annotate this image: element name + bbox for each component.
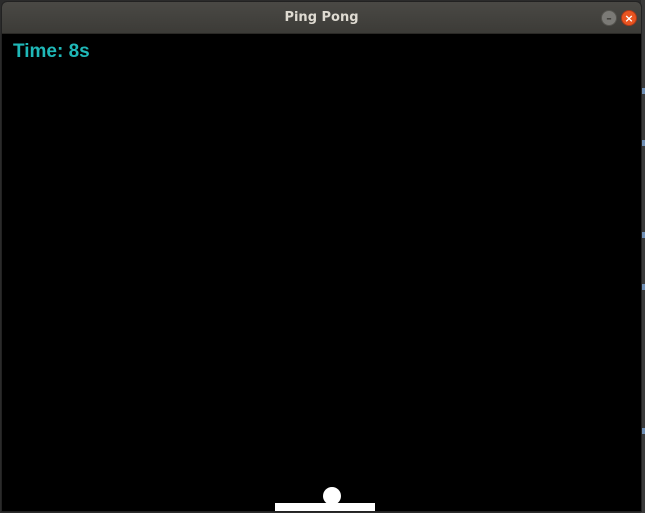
game-window: Ping Pong – × Time: 8s: [1, 1, 642, 512]
close-icon: ×: [624, 12, 634, 25]
close-button[interactable]: ×: [621, 10, 637, 26]
minimize-button[interactable]: –: [601, 10, 617, 26]
elapsed-time-label: Time: 8s: [13, 41, 90, 62]
window-title: Ping Pong: [284, 10, 359, 25]
window-titlebar[interactable]: Ping Pong – ×: [2, 2, 641, 34]
desktop: Ping Pong – × Time: 8s: [0, 0, 645, 513]
minimize-icon: –: [606, 12, 612, 25]
paddle[interactable]: [275, 503, 375, 511]
game-canvas[interactable]: Time: 8s: [2, 34, 641, 511]
